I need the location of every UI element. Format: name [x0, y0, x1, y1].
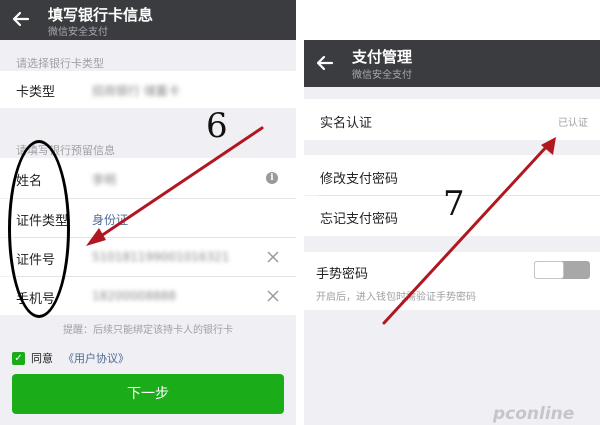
arrow-to-id-fields	[96, 126, 264, 240]
annotation-arrows	[86, 126, 556, 325]
watermark-text: pconline	[493, 404, 575, 424]
arrow-head-left	[86, 228, 106, 246]
arrow-to-verified-status	[382, 143, 550, 325]
